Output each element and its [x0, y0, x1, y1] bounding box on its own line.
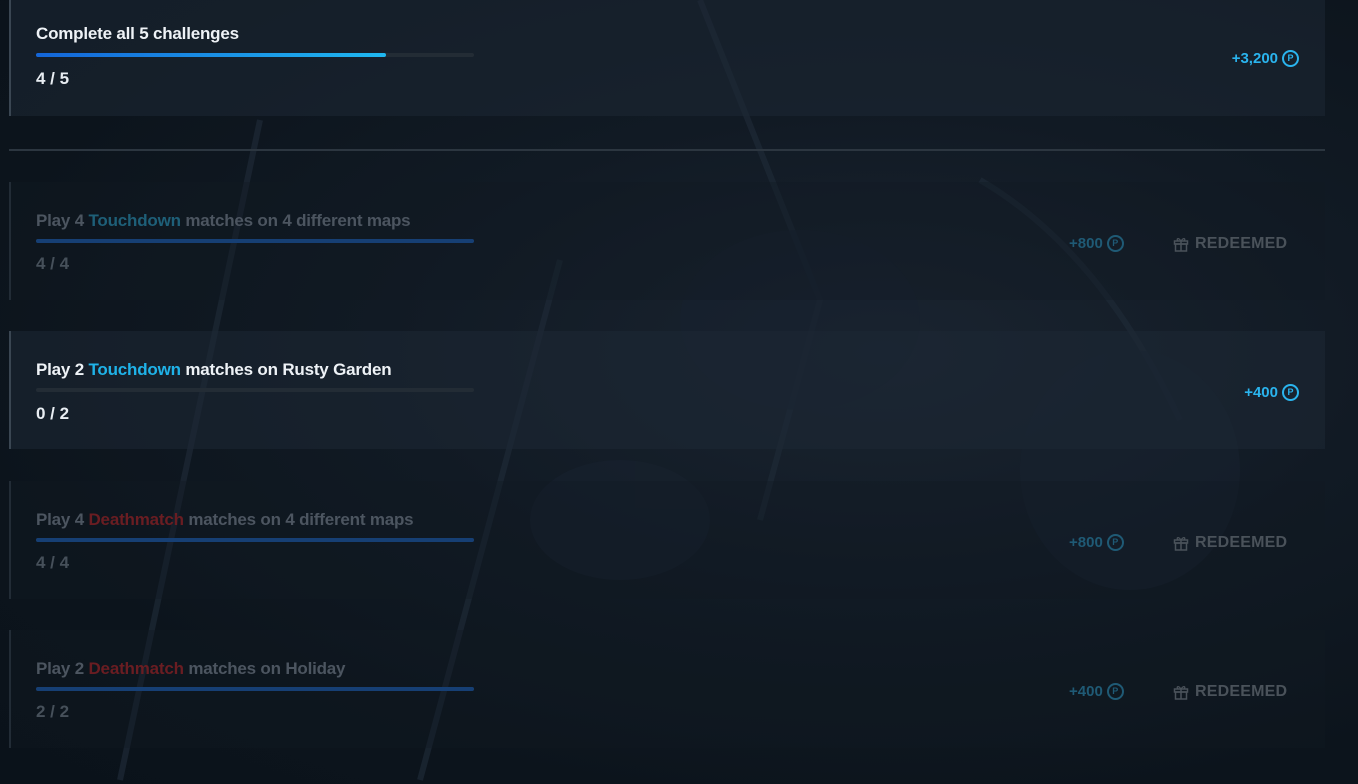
summary-reward: +3,200 P [1232, 50, 1299, 67]
challenge-title-prefix: Play 4 [36, 211, 89, 230]
summary-reward-amount: +3,200 [1231, 50, 1278, 67]
game-mode-label: Touchdown [88, 211, 181, 230]
coin-icon: P [1106, 683, 1124, 700]
coin-icon: P [1282, 384, 1299, 401]
challenge-title: Play 2 Deathmatch matches on Holiday [36, 659, 346, 679]
challenge-progress-fill [36, 239, 474, 243]
summary-progress-count: 4 / 5 [36, 69, 70, 88]
redeemed-label: REDEEMED [1195, 235, 1288, 252]
challenge-card: Play 2 Deathmatch matches on Holiday 2 /… [9, 630, 1325, 748]
redeemed-status: REDEEMED [1173, 534, 1287, 552]
challenge-title-suffix: matches on 4 different maps [183, 510, 414, 529]
challenge-reward-amount: +800 [1069, 235, 1103, 252]
challenge-reward-amount: +400 [1069, 683, 1103, 700]
gift-icon [1173, 238, 1189, 252]
summary-progress-track [36, 53, 474, 57]
challenge-card: Play 4 Touchdown matches on 4 different … [9, 182, 1325, 300]
challenge-title-suffix: matches on Rusty Garden [180, 360, 392, 379]
challenge-progress-count: 0 / 2 [36, 404, 70, 423]
section-divider [9, 149, 1325, 151]
gift-icon [1173, 686, 1189, 700]
challenge-progress-fill [36, 687, 474, 691]
summary-title: Complete all 5 challenges [36, 24, 239, 43]
summary-progress-fill [36, 53, 387, 57]
challenge-reward-amount: +800 [1069, 534, 1103, 551]
coin-icon: P [1106, 534, 1124, 551]
game-mode-label: Deathmatch [88, 659, 184, 678]
challenge-reward: +800 P [1069, 534, 1124, 551]
challenge-card: Play 2 Touchdown matches on Rusty Garden… [9, 331, 1325, 449]
challenge-title-suffix: matches on Holiday [183, 659, 346, 678]
coin-icon: P [1282, 50, 1299, 67]
challenge-title-prefix: Play 2 [36, 360, 89, 379]
challenge-progress-track [36, 687, 474, 691]
challenge-title: Play 4 Deathmatch matches on 4 different… [36, 510, 414, 530]
challenge-card: Play 4 Deathmatch matches on 4 different… [9, 481, 1325, 599]
challenge-reward: +400 P [1069, 683, 1124, 700]
gift-icon [1173, 537, 1189, 551]
challenge-title-prefix: Play 4 [36, 510, 89, 529]
challenge-reward-amount: +400 [1244, 384, 1278, 401]
challenge-progress-count: 4 / 4 [36, 553, 70, 572]
game-mode-label: Deathmatch [88, 510, 184, 529]
game-mode-label: Touchdown [88, 360, 181, 379]
challenge-title: Play 4 Touchdown matches on 4 different … [36, 211, 411, 231]
challenge-progress-track [36, 388, 474, 392]
redeemed-label: REDEEMED [1195, 534, 1288, 551]
challenge-title-suffix: matches on 4 different maps [180, 211, 411, 230]
challenge-reward: +400 P [1244, 384, 1299, 401]
challenge-progress-fill [36, 538, 474, 542]
redeemed-status: REDEEMED [1173, 683, 1287, 701]
summary-challenge-card: Complete all 5 challenges 4 / 5 +3,200 P [9, 0, 1325, 116]
challenge-title-prefix: Play 2 [36, 659, 89, 678]
coin-icon: P [1106, 235, 1124, 252]
challenge-progress-count: 2 / 2 [36, 702, 70, 721]
challenge-title: Play 2 Touchdown matches on Rusty Garden [36, 360, 392, 380]
challenge-progress-track [36, 538, 474, 542]
redeemed-label: REDEEMED [1195, 683, 1288, 700]
challenge-progress-track [36, 239, 474, 243]
redeemed-status: REDEEMED [1173, 235, 1287, 253]
challenge-reward: +800 P [1069, 235, 1124, 252]
challenge-progress-count: 4 / 4 [36, 254, 70, 273]
